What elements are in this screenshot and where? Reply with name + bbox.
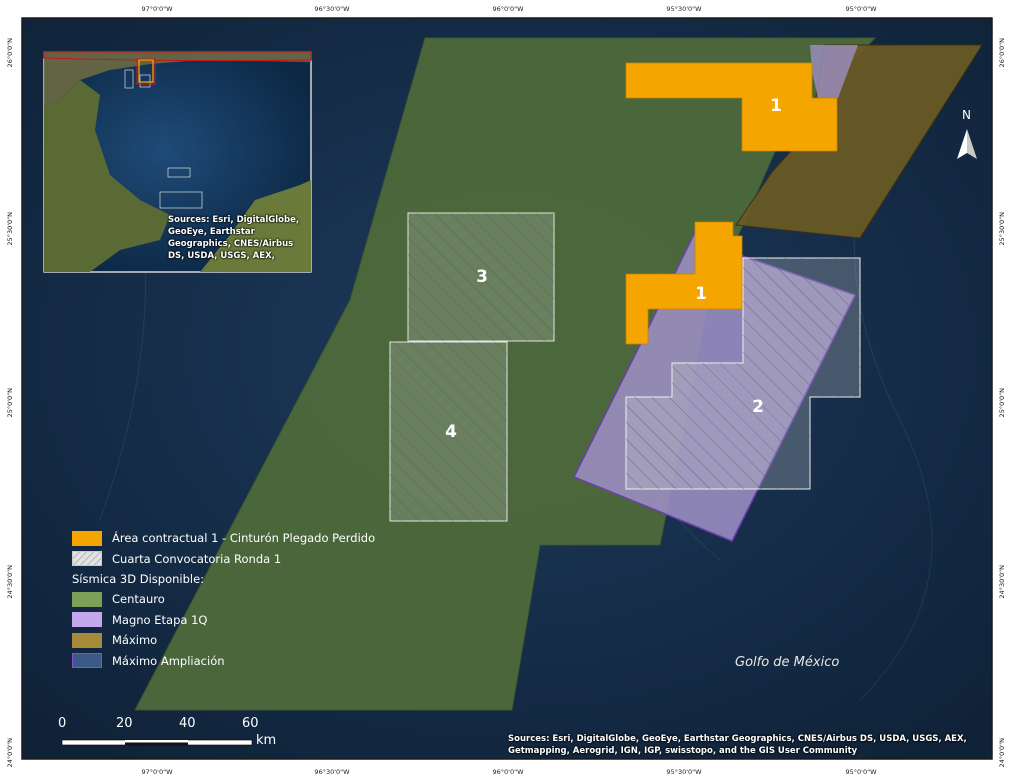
- map-legend: Área contractual 1 - Cinturón Plegado Pe…: [72, 528, 375, 671]
- block-label-1-south: 1: [695, 284, 707, 304]
- legend-swatch-centauro: [72, 591, 102, 607]
- legend-label-magno: Magno Etapa 1Q: [112, 612, 208, 627]
- sea-label: Golfo de México: [735, 655, 840, 670]
- north-arrow-label: N: [962, 108, 971, 122]
- legend-row-area-contractual: Área contractual 1 - Cinturón Plegado Pe…: [72, 528, 375, 549]
- legend-swatch-maximo: [72, 632, 102, 648]
- scale-label-60: 60: [242, 716, 259, 731]
- legend-row-maximo-ampliacion: Máximo Ampliación: [72, 651, 375, 672]
- block-label-3: 3: [476, 267, 488, 287]
- legend-row-magno: Magno Etapa 1Q: [72, 610, 375, 631]
- legend-label-centauro: Centauro: [112, 592, 165, 607]
- scale-bar: [61, 739, 253, 746]
- scale-label-0: 0: [58, 716, 67, 731]
- legend-label-maximo: Máximo: [112, 633, 158, 648]
- block-label-2: 2: [752, 397, 764, 417]
- basemap-credits: Sources: Esri, DigitalGlobe, GeoEye, Ear…: [508, 733, 967, 757]
- scale-unit: km: [256, 733, 277, 748]
- block-label-1-north: 1: [770, 96, 782, 116]
- legend-swatch-area: [72, 530, 102, 546]
- scale-label-20: 20: [116, 716, 133, 731]
- legend-row-maximo: Máximo: [72, 630, 375, 651]
- legend-label-maximo-ampliacion: Máximo Ampliación: [112, 653, 225, 668]
- legend-swatch-maximo-ampliacion: [72, 653, 102, 669]
- legend-heading-sismica: Sísmica 3D Disponible:: [72, 572, 205, 586]
- legend-label-area: Área contractual 1 - Cinturón Plegado Pe…: [112, 531, 376, 546]
- legend-swatch-magno: [72, 612, 102, 628]
- legend-swatch-hatch: [72, 551, 102, 567]
- inset-credits: Sources: Esri, DigitalGlobe, GeoEye, Ear…: [168, 215, 300, 261]
- legend-row-centauro: Centauro: [72, 589, 375, 610]
- credit-line-1: Sources: Esri, DigitalGlobe, GeoEye, Ear…: [508, 734, 967, 744]
- block-label-4: 4: [445, 422, 457, 442]
- credit-line-2: Getmapping, Aerogrid, IGN, IGP, swisstop…: [508, 746, 858, 756]
- scale-label-40: 40: [179, 716, 196, 731]
- legend-row-cuarta-convocatoria: Cuarta Convocatoria Ronda 1: [72, 549, 375, 570]
- legend-label-cuarta: Cuarta Convocatoria Ronda 1: [112, 551, 282, 566]
